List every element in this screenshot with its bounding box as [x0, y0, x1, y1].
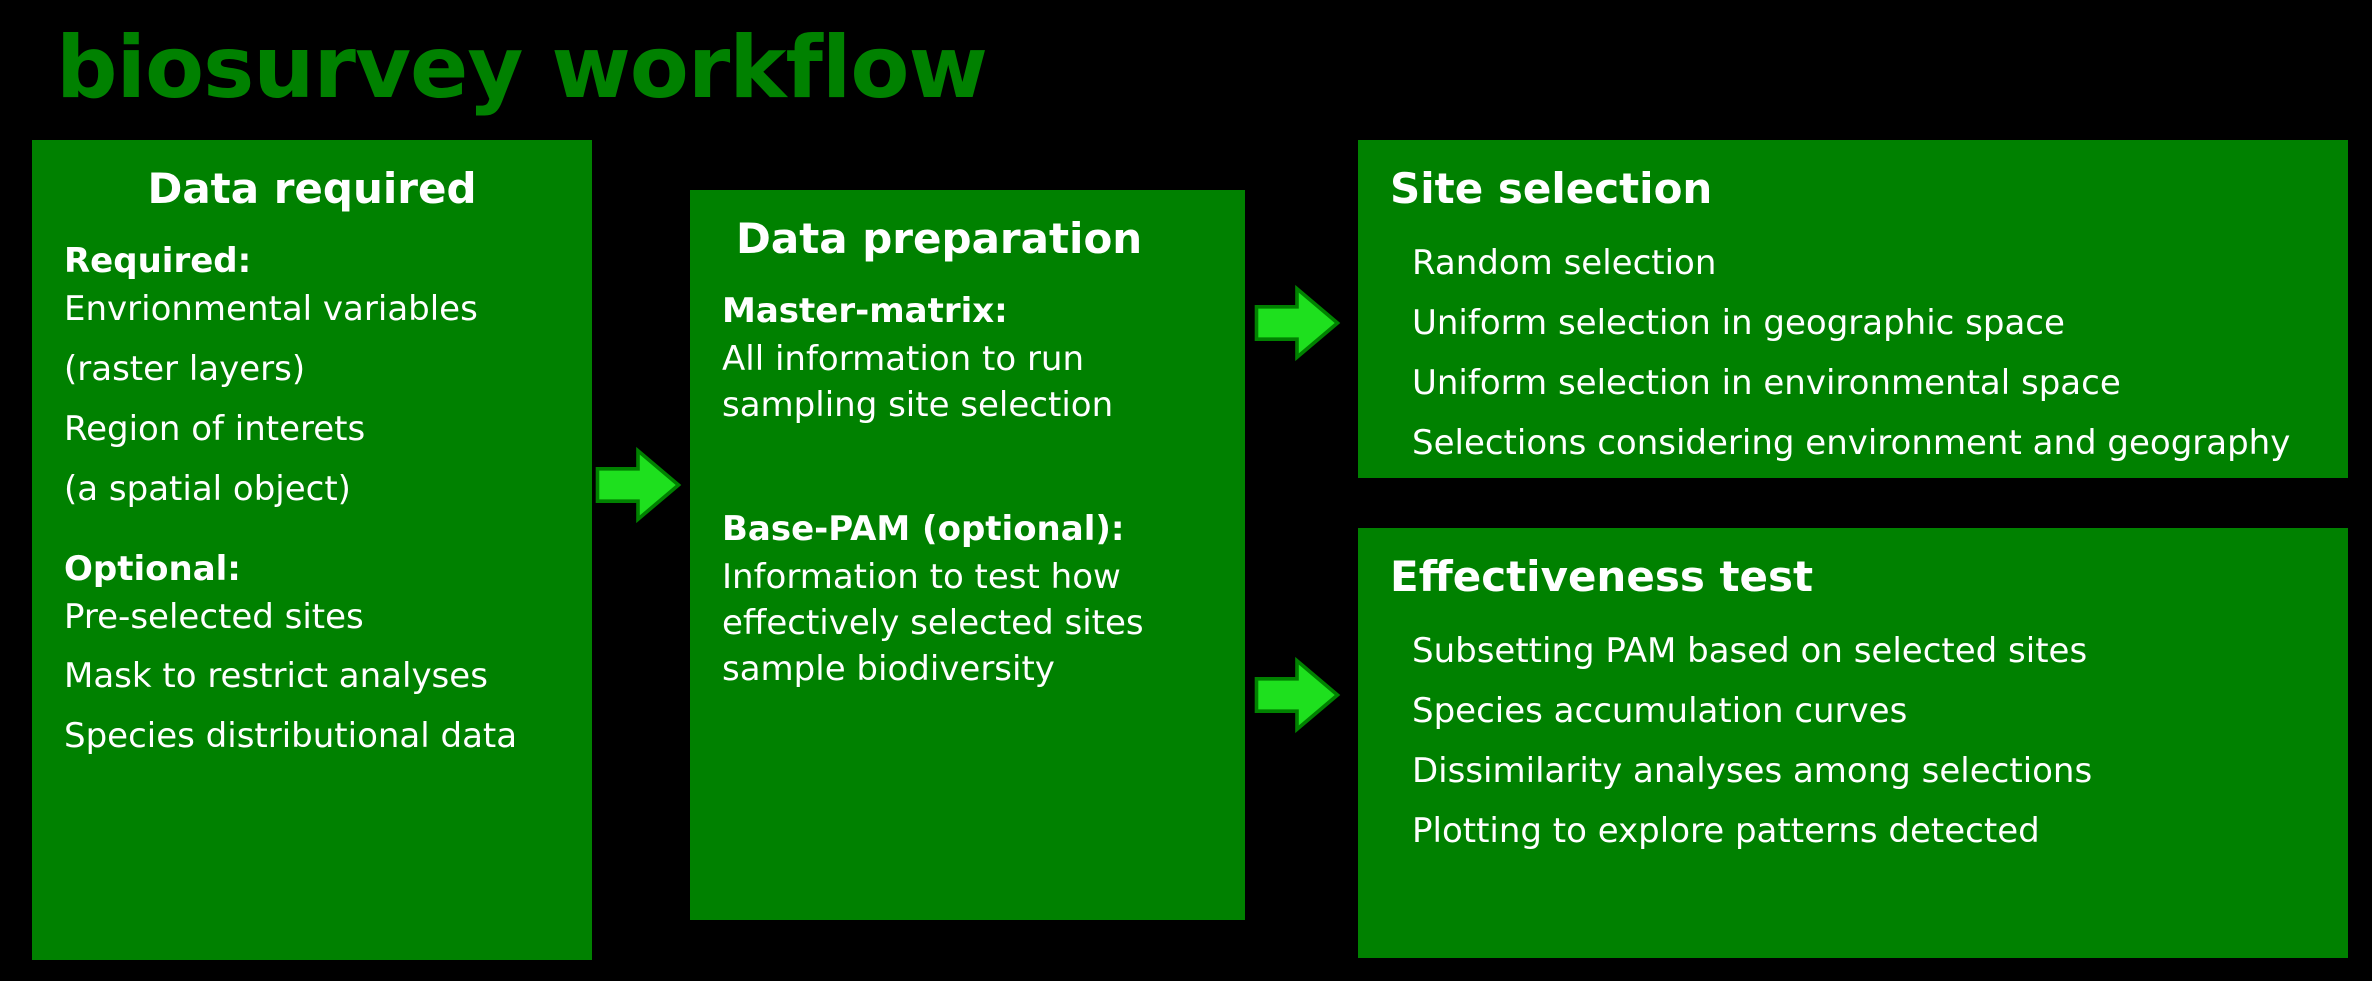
site-selection-item: Uniform selection in geographic space [1412, 301, 2316, 347]
box-title-data-preparation: Data preparation [736, 214, 1213, 263]
arrow-icon [593, 440, 683, 530]
optional-item: Mask to restrict analyses [64, 654, 560, 700]
diagram-title: biosurvey workflow [56, 18, 987, 118]
base-pam-desc: Information to test how effectively sele… [722, 555, 1213, 693]
site-selection-item: Random selection [1412, 241, 2316, 287]
box-effectiveness-test: Effectiveness test Subsetting PAM based … [1358, 528, 2348, 958]
master-matrix-subhead: Master-matrix: [722, 291, 1213, 331]
arrow-icon [1252, 650, 1342, 740]
box-title-data-required: Data required [64, 164, 560, 213]
required-item: Envrionmental variables [64, 287, 560, 333]
arrow-icon [1252, 278, 1342, 368]
effectiveness-item: Dissimilarity analyses among selections [1412, 749, 2316, 795]
required-item: Region of interets [64, 407, 560, 453]
site-selection-item: Selections considering environment and g… [1412, 421, 2316, 467]
box-data-preparation: Data preparation Master-matrix: All info… [690, 190, 1245, 920]
optional-item: Species distributional data [64, 714, 560, 760]
master-matrix-desc: All information to run sampling site sel… [722, 337, 1213, 429]
effectiveness-item: Species accumulation curves [1412, 689, 2316, 735]
optional-subhead: Optional: [64, 549, 560, 589]
base-pam-subhead: Base-PAM (optional): [722, 509, 1213, 549]
optional-item: Pre-selected sites [64, 595, 560, 641]
effectiveness-item: Plotting to explore patterns detected [1412, 809, 2316, 855]
required-item: (a spatial object) [64, 467, 560, 513]
box-title-effectiveness-test: Effectiveness test [1390, 552, 2316, 601]
box-data-required: Data required Required: Envrionmental va… [32, 140, 592, 960]
effectiveness-item: Subsetting PAM based on selected sites [1412, 629, 2316, 675]
required-item: (raster layers) [64, 347, 560, 393]
site-selection-item: Uniform selection in environmental space [1412, 361, 2316, 407]
required-subhead: Required: [64, 241, 560, 281]
box-site-selection: Site selection Random selection Uniform … [1358, 140, 2348, 478]
box-title-site-selection: Site selection [1390, 164, 2316, 213]
